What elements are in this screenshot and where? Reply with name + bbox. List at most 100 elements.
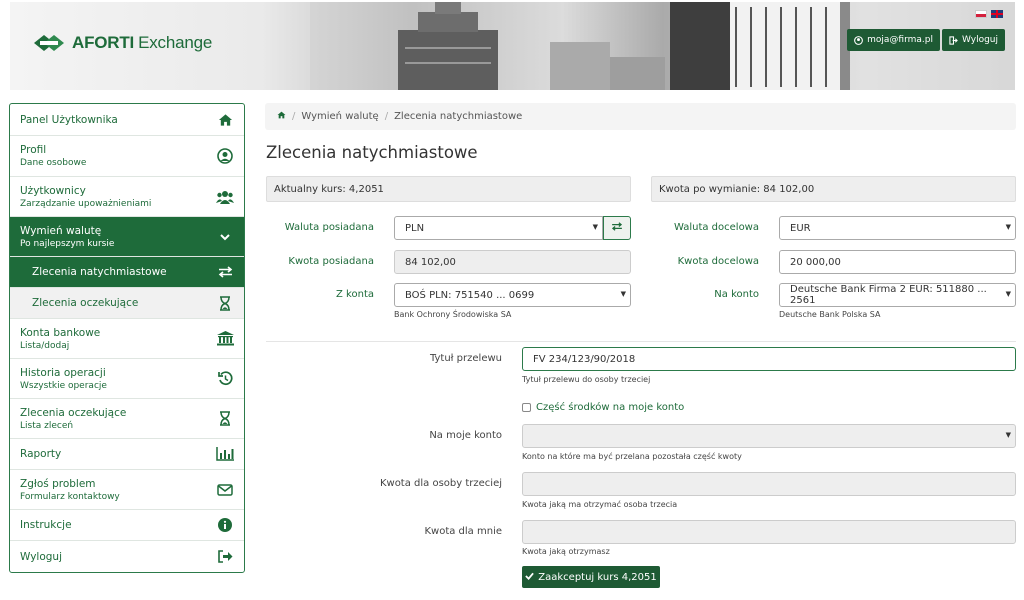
my-account-help: Konto na które ma być przelana pozostała… bbox=[522, 452, 742, 461]
sidebar-item-label: Instrukcje bbox=[20, 519, 72, 531]
sidebar-item-label: Profil bbox=[20, 144, 47, 156]
home-icon bbox=[216, 111, 234, 129]
section-divider bbox=[266, 341, 1016, 342]
currency-target-select[interactable]: EUR ▼ bbox=[779, 216, 1016, 240]
sidebar-item-sublabel: Formularz kontaktowy bbox=[20, 491, 120, 502]
user-icon bbox=[216, 147, 234, 165]
flag-en-icon[interactable] bbox=[991, 10, 1003, 18]
my-amount-input[interactable] bbox=[522, 520, 1016, 544]
language-switcher bbox=[975, 10, 1003, 18]
sidebar-item-label: Panel Użytkownika bbox=[20, 113, 118, 126]
info-icon bbox=[216, 516, 234, 534]
from-account-select[interactable]: BOŚ PLN: 751540 ... 0699 ▼ bbox=[394, 283, 631, 307]
sidebar-item-sublabel: Lista/dodaj bbox=[20, 340, 70, 351]
to-account-bank-name: Deutsche Bank Polska SA bbox=[779, 310, 881, 319]
account-email-label: moja@firma.pl bbox=[867, 35, 933, 45]
hourglass-icon bbox=[216, 410, 234, 428]
third-party-amount-input[interactable] bbox=[522, 472, 1016, 496]
caret-down-icon: ▼ bbox=[1005, 431, 1011, 439]
envelope-icon bbox=[216, 481, 234, 499]
exchange-icon bbox=[611, 222, 623, 234]
caret-down-icon: ▼ bbox=[1005, 290, 1011, 298]
header-banner: AFORTI Exchange moja@firma.pl Wyloguj bbox=[10, 2, 1015, 90]
from-account-value: BOŚ PLN: 751540 ... 0699 bbox=[405, 289, 535, 301]
partial-funds-checkbox-row[interactable]: Część środków na moje konto bbox=[522, 402, 684, 413]
account-email-button[interactable]: moja@firma.pl bbox=[847, 29, 940, 51]
transfer-title-help: Tytuł przelewu do osoby trzeciej bbox=[522, 375, 651, 384]
third-party-amount-help: Kwota jaką ma otrzymać osoba trzecia bbox=[522, 500, 678, 509]
breadcrumb-separator: / bbox=[384, 111, 389, 122]
bar-chart-icon bbox=[216, 445, 234, 463]
current-rate-text: Aktualny kurs: 4,2051 bbox=[274, 183, 384, 195]
sign-out-icon bbox=[216, 548, 234, 566]
sign-out-icon bbox=[949, 35, 958, 45]
accept-rate-button[interactable]: Zaakceptuj kurs 4,2051 bbox=[522, 566, 660, 588]
my-amount-help: Kwota jaką otrzymasz bbox=[522, 547, 610, 556]
from-account-label: Z konta bbox=[336, 289, 374, 300]
sidebar-item-label: Użytkownicy bbox=[20, 184, 86, 197]
amount-owned-label: Kwota posiadana bbox=[288, 256, 374, 267]
sidebar-item-reports[interactable]: Raporty bbox=[10, 439, 244, 470]
home-icon[interactable] bbox=[277, 111, 286, 122]
flag-pl-icon[interactable] bbox=[975, 10, 987, 18]
sidebar-item-sublabel: Lista zleceń bbox=[20, 420, 74, 431]
aforti-logo[interactable]: AFORTI Exchange bbox=[32, 32, 212, 54]
sidebar-item-instructions[interactable]: Instrukcje bbox=[10, 510, 244, 541]
to-account-select[interactable]: Deutsche Bank Firma 2 EUR: 511880 ... 25… bbox=[779, 283, 1016, 307]
sidebar-item-label: Raporty bbox=[20, 448, 62, 460]
transfer-title-label: Tytuł przelewu bbox=[429, 353, 502, 364]
my-account-select[interactable]: ▼ bbox=[522, 424, 1016, 448]
accept-rate-label: Zaakceptuj kurs 4,2051 bbox=[538, 571, 657, 583]
currency-target-label: Waluta docelowa bbox=[673, 222, 759, 233]
sidebar-item-instant-orders[interactable]: Zlecenia natychmiastowe bbox=[10, 257, 244, 288]
sidebar-item-label: Wymień walutę bbox=[20, 224, 102, 237]
sidebar-item-panel[interactable]: Panel Użytkownika bbox=[10, 104, 244, 136]
amount-owned-input[interactable]: 84 102,00 bbox=[394, 250, 631, 274]
third-party-amount-label: Kwota dla osoby trzeciej bbox=[379, 478, 502, 489]
partial-funds-checkbox[interactable] bbox=[522, 403, 531, 412]
sidebar-item-users[interactable]: Użytkownicy Zarządzanie upoważnieniami bbox=[10, 177, 244, 217]
sidebar-item-exchange[interactable]: Wymień walutę Po najlepszym kursie bbox=[10, 217, 244, 257]
caret-down-icon: ▼ bbox=[1005, 223, 1011, 231]
exchange-icon bbox=[216, 263, 234, 281]
amount-owned-value: 84 102,00 bbox=[405, 256, 456, 268]
breadcrumb-exchange-link[interactable]: Wymień walutę bbox=[301, 111, 378, 122]
sidebar-item-label: Konta bankowe bbox=[20, 326, 101, 339]
current-rate-box: Aktualny kurs: 4,2051 bbox=[266, 176, 631, 202]
sidebar-item-label: Zlecenia oczekujące bbox=[32, 297, 139, 309]
logo-sub: Exchange bbox=[138, 33, 213, 52]
currency-owned-select[interactable]: PLN ▼ bbox=[394, 216, 603, 240]
amount-target-value: 20 000,00 bbox=[790, 256, 841, 268]
sidebar-item-sublabel: Zarządzanie upoważnieniami bbox=[20, 198, 152, 209]
logo-brand: AFORTI bbox=[72, 33, 135, 52]
breadcrumb: / Wymień walutę / Zlecenia natychmiastow… bbox=[265, 103, 1016, 130]
sidebar-item-label: Wyloguj bbox=[20, 550, 62, 563]
sidebar-item-profile[interactable]: Profil Dane osobowe bbox=[10, 136, 244, 177]
caret-down-icon: ▼ bbox=[620, 290, 626, 298]
history-icon bbox=[216, 370, 234, 388]
transfer-title-value: FV 234/123/90/2018 bbox=[533, 353, 636, 365]
sidebar-item-sublabel: Dane osobowe bbox=[20, 158, 87, 168]
amount-target-label: Kwota docelowa bbox=[677, 256, 759, 267]
transfer-title-input[interactable]: FV 234/123/90/2018 bbox=[522, 347, 1016, 371]
sidebar-item-bank-accounts[interactable]: Konta bankowe Lista/dodaj bbox=[10, 319, 244, 359]
bank-icon bbox=[216, 330, 234, 348]
caret-down-icon: ▼ bbox=[592, 223, 598, 231]
chevron-down-icon bbox=[216, 228, 234, 246]
sidebar-item-pending-orders[interactable]: Zlecenia oczekujące bbox=[10, 288, 244, 319]
currency-owned-value: PLN bbox=[405, 222, 425, 234]
sidebar-item-sublabel: Wszystkie operacje bbox=[20, 380, 107, 391]
to-account-value: Deutsche Bank Firma 2 EUR: 511880 ... 25… bbox=[790, 284, 987, 306]
sidebar-item-report-problem[interactable]: Zgłoś problem Formularz kontaktowy bbox=[10, 470, 244, 510]
sidebar-item-logout[interactable]: Wyloguj bbox=[10, 541, 244, 572]
from-account-bank-name: Bank Ochrony Środowiska SA bbox=[394, 310, 512, 319]
my-account-label: Na moje konto bbox=[429, 430, 502, 441]
amount-target-input[interactable]: 20 000,00 bbox=[779, 250, 1016, 274]
sidebar-item-label: Zlecenia natychmiastowe bbox=[32, 266, 167, 278]
sidebar-item-pending-list[interactable]: Zlecenia oczekujące Lista zleceń bbox=[10, 399, 244, 439]
user-circle-icon bbox=[854, 35, 864, 45]
sidebar-item-history[interactable]: Historia operacji Wszystkie operacje bbox=[10, 359, 244, 399]
breadcrumb-current: Zlecenia natychmiastowe bbox=[394, 111, 523, 122]
header-logout-button[interactable]: Wyloguj bbox=[942, 29, 1005, 51]
swap-currencies-button[interactable] bbox=[603, 216, 631, 240]
